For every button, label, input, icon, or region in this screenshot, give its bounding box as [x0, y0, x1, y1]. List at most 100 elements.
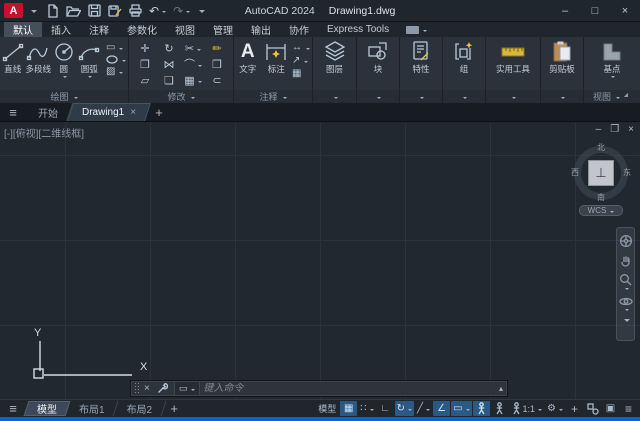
base-button[interactable]: 基点: [590, 39, 634, 78]
drawing1-close-icon[interactable]: ×: [130, 107, 136, 118]
layout2-tab[interactable]: 布局2: [116, 400, 164, 417]
redo-caret-icon[interactable]: [186, 11, 190, 15]
save-button[interactable]: [88, 4, 101, 17]
new-layout-button[interactable]: +: [163, 400, 185, 417]
app-logo-button[interactable]: A: [4, 3, 23, 18]
tab-express-tools[interactable]: Express Tools: [318, 22, 398, 37]
zoom-caret-icon[interactable]: [625, 288, 629, 292]
tab-insert[interactable]: 插入: [42, 22, 80, 37]
ortho-toggle[interactable]: ∟: [377, 401, 394, 416]
polar-tracking-toggle[interactable]: ↻: [395, 401, 414, 416]
isometric-drafting-toggle[interactable]: ╱: [415, 401, 432, 416]
start-tab[interactable]: 开始: [26, 103, 70, 121]
command-input[interactable]: [203, 383, 495, 394]
viewcube-north-label[interactable]: 北: [597, 144, 605, 152]
hatch-button[interactable]: ▨: [106, 66, 126, 77]
command-history-button[interactable]: ▴: [495, 384, 507, 393]
snap-caret-icon[interactable]: [370, 409, 374, 413]
mirror-button[interactable]: ⋈: [164, 59, 175, 71]
model-tab[interactable]: 模型: [26, 400, 68, 417]
recent-commands-button[interactable]: ▭: [174, 381, 201, 396]
rectangle-button[interactable]: ▭: [106, 42, 126, 53]
isolate-objects-button[interactable]: [584, 401, 601, 416]
modify-panel-label[interactable]: 修改: [129, 90, 233, 103]
properties-button[interactable]: 特性: [401, 39, 441, 74]
doc-close-button[interactable]: ×: [628, 124, 634, 135]
steering-wheel-button[interactable]: [619, 234, 633, 248]
doc-restore-button[interactable]: ❐: [610, 124, 619, 135]
draw-panel-label[interactable]: 绘图: [0, 90, 128, 103]
table-button[interactable]: ▦: [292, 68, 310, 79]
object-snap-toggle[interactable]: ▭: [451, 401, 471, 416]
layers-button[interactable]: 图层: [315, 39, 355, 74]
plot-button[interactable]: [129, 4, 142, 17]
polyline-button[interactable]: 多段线: [26, 39, 52, 74]
offset-button[interactable]: ⊂: [212, 75, 221, 87]
layout1-tab[interactable]: 布局1: [68, 400, 116, 417]
circle-button[interactable]: 圆: [51, 39, 77, 78]
new-drawing-tab-button[interactable]: +: [148, 103, 170, 121]
clipboard-panel-expand[interactable]: [541, 90, 583, 103]
tab-parametric[interactable]: 参数化: [118, 22, 166, 37]
block-button[interactable]: 块: [358, 39, 398, 74]
layout-tabs-menu-button[interactable]: ≡: [0, 400, 26, 417]
redo-button[interactable]: ↷: [173, 4, 190, 18]
autoscale-toggle[interactable]: [491, 401, 508, 416]
dimension-button[interactable]: 标注: [262, 39, 291, 74]
orbit-button[interactable]: [619, 296, 633, 311]
grid-toggle[interactable]: ▦: [340, 401, 357, 416]
explode-button[interactable]: ❒: [212, 59, 222, 71]
zoom-button[interactable]: [619, 273, 632, 290]
app-menu-caret-icon[interactable]: [31, 10, 37, 16]
line-button[interactable]: 直线: [0, 39, 26, 74]
arc-caret-icon[interactable]: [88, 76, 92, 80]
measure-button[interactable]: 实用工具: [487, 39, 539, 74]
scale-button[interactable]: ❏: [164, 75, 174, 87]
open-file-button[interactable]: [66, 5, 81, 17]
annotation-scale-caret-icon[interactable]: [538, 409, 542, 413]
minimize-button[interactable]: –: [550, 0, 580, 22]
arc-button[interactable]: 圆弧: [77, 39, 103, 78]
ribbon-display-dropdown[interactable]: [406, 22, 427, 37]
file-tabs-menu-button[interactable]: ≡: [0, 103, 26, 121]
rotate-button[interactable]: ↻: [164, 43, 173, 55]
command-line-grip[interactable]: [133, 383, 140, 394]
object-snap-tracking-toggle[interactable]: ∠: [433, 401, 450, 416]
viewcube-west-label[interactable]: 西: [571, 169, 579, 177]
linear-dimension-button[interactable]: ↔: [292, 42, 310, 53]
viewcube[interactable]: 北 南 西 东 ⊥: [573, 145, 629, 201]
annotation-scale-button[interactable]: 1:1: [509, 401, 545, 416]
view-panel-launcher-icon[interactable]: [624, 92, 632, 100]
copy-button[interactable]: ❐: [140, 59, 150, 71]
tab-annotate[interactable]: 注释: [80, 22, 118, 37]
block-panel-expand[interactable]: [357, 90, 399, 103]
drawing-canvas[interactable]: [-][俯视][二维线框] – ❐ × 北 南 西 东 ⊥ WCS: [0, 123, 640, 399]
model-paper-toggle[interactable]: 模型: [315, 401, 339, 416]
array-button[interactable]: ▦: [184, 75, 201, 87]
workspace-switcher-button[interactable]: ⚙: [545, 401, 565, 416]
annotate-panel-label[interactable]: 注释: [234, 90, 312, 103]
tab-collaborate[interactable]: 协作: [280, 22, 318, 37]
text-button[interactable]: A 文字: [234, 39, 262, 74]
qat-customize-caret-icon[interactable]: [199, 10, 205, 16]
move-button[interactable]: ✛: [140, 43, 149, 55]
snap-toggle[interactable]: ∷: [358, 401, 375, 416]
workspace-caret-icon[interactable]: [559, 409, 563, 413]
circle-caret-icon[interactable]: [63, 76, 67, 80]
maximize-button[interactable]: □: [580, 0, 610, 22]
undo-button[interactable]: ↶: [149, 4, 166, 18]
tab-home[interactable]: 默认: [4, 22, 42, 37]
group-button[interactable]: 组: [444, 39, 484, 74]
viewcube-east-label[interactable]: 东: [623, 169, 631, 177]
isodraft-caret-icon[interactable]: [426, 409, 430, 413]
wcs-dropdown[interactable]: WCS: [579, 205, 623, 216]
layers-panel-expand[interactable]: [313, 90, 356, 103]
erase-button[interactable]: ✏: [212, 43, 221, 55]
polar-caret-icon[interactable]: [408, 409, 412, 413]
orbit-caret-icon[interactable]: [625, 309, 629, 313]
tab-output[interactable]: 输出: [242, 22, 280, 37]
close-button[interactable]: ×: [610, 0, 640, 22]
fillet-button[interactable]: ⌒: [184, 59, 202, 71]
undo-caret-icon[interactable]: [162, 11, 166, 15]
annotation-visibility-toggle[interactable]: [473, 401, 490, 416]
